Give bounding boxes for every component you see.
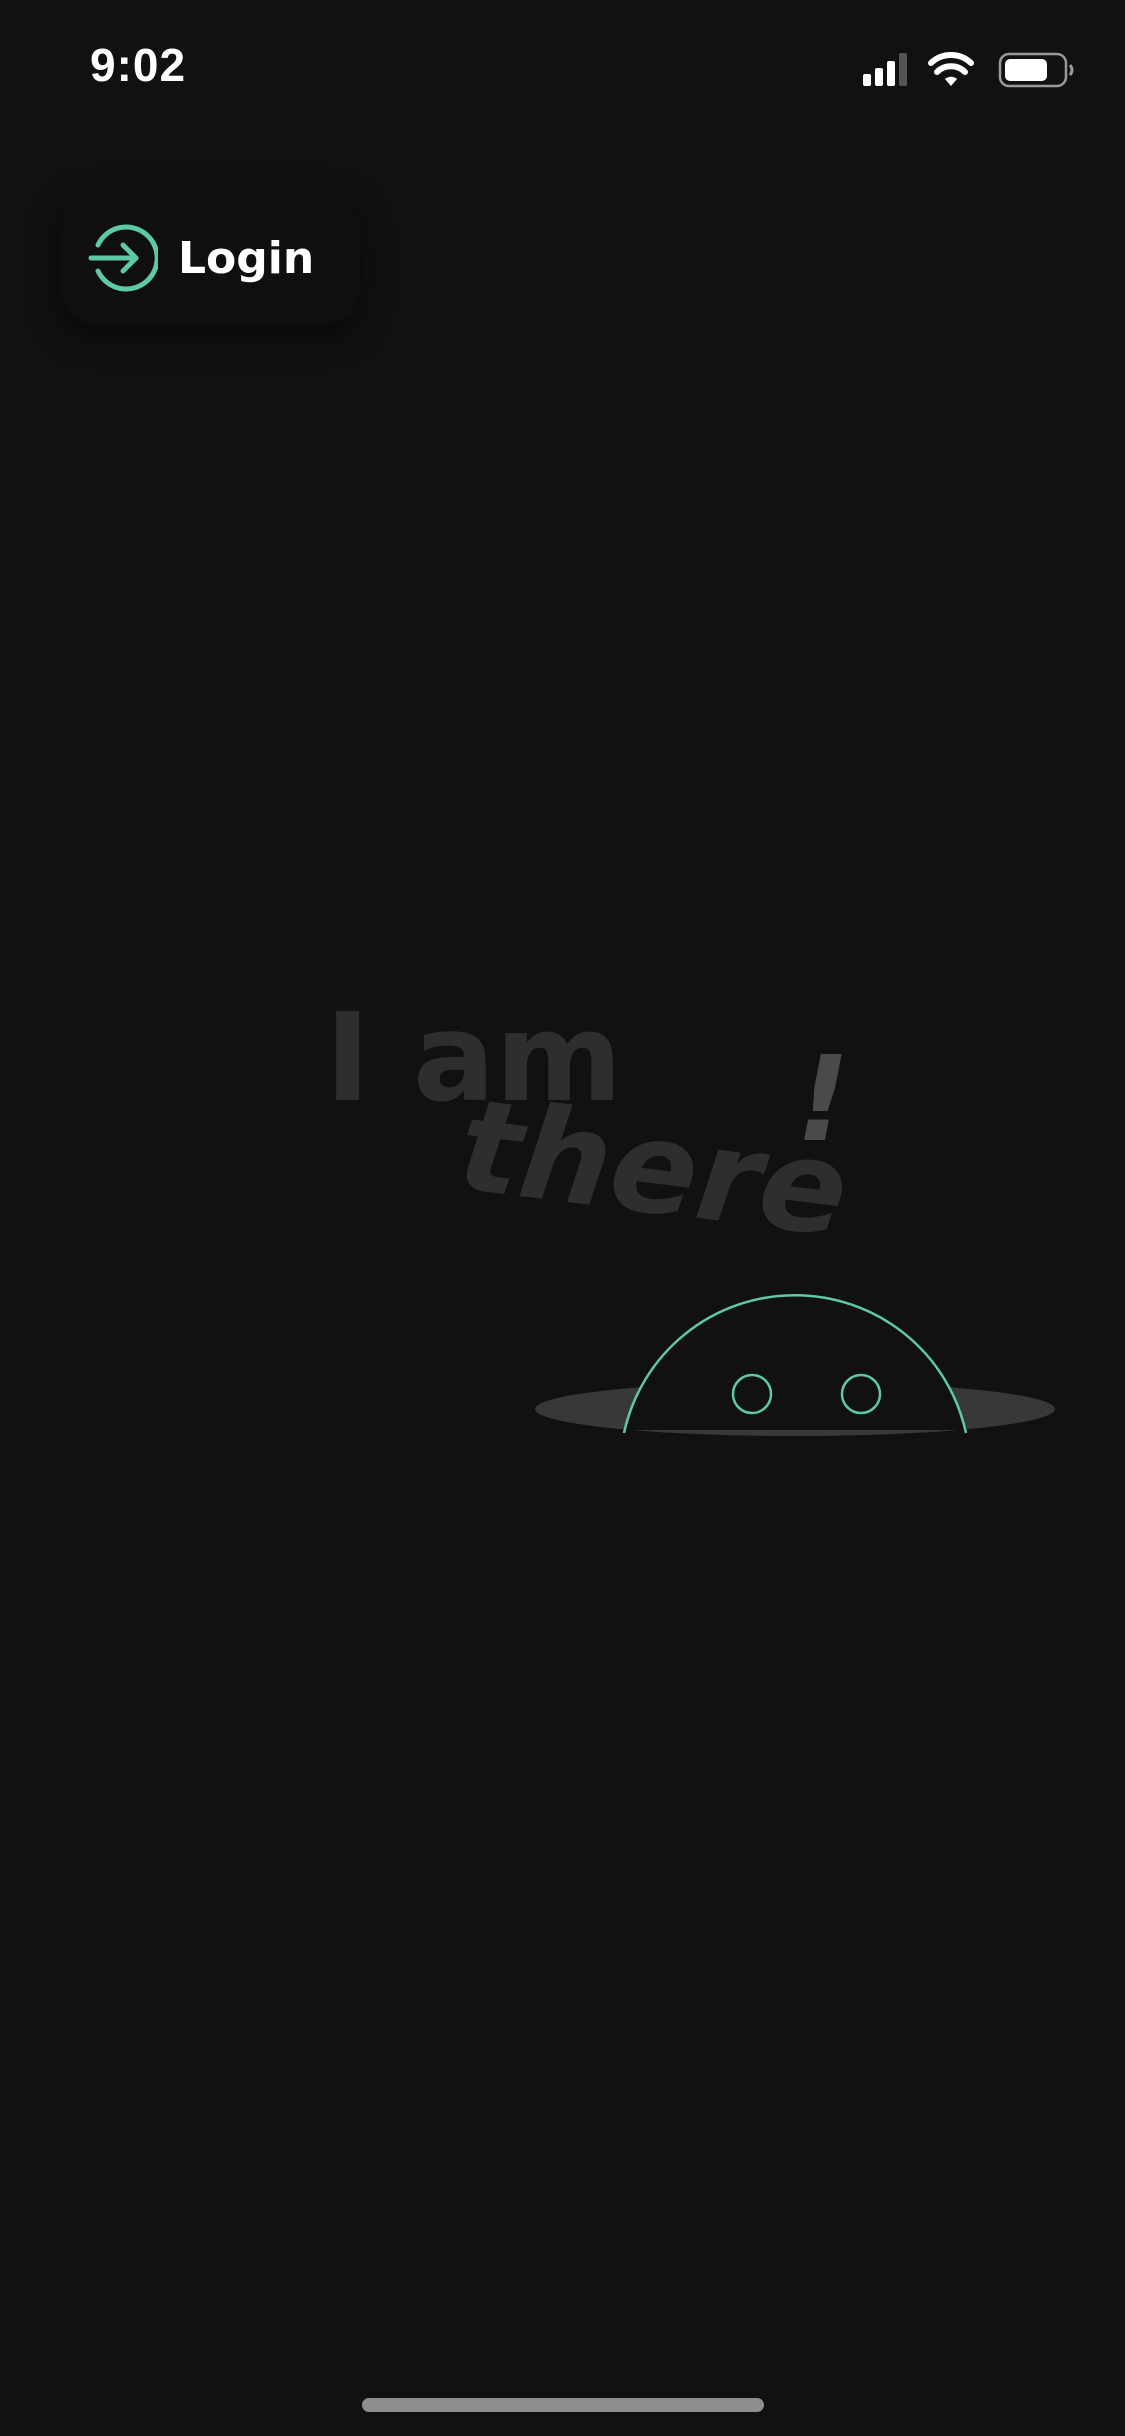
creature-outline (622, 1293, 968, 1434)
creature-eye-left (731, 1373, 773, 1415)
creature-eye-right (840, 1373, 882, 1415)
status-icons (863, 52, 1074, 88)
home-indicator[interactable] (362, 2398, 764, 2412)
creature-body (624, 1293, 966, 1430)
headline-there: there (451, 1071, 855, 1266)
login-label: Login (178, 232, 315, 284)
login-arrow-icon (88, 224, 158, 292)
status-time: 9:02 (90, 39, 187, 91)
battery-icon (998, 52, 1074, 88)
status-bar: 9:02 (0, 0, 1125, 140)
cellular-signal-icon (863, 53, 907, 86)
peeking-creature (535, 1293, 1055, 1436)
peek-illustration: I am there ! (325, 987, 1055, 1436)
headline-exclamation: ! (796, 1030, 850, 1168)
hole-shadow (535, 1382, 1055, 1436)
wifi-icon (928, 52, 974, 86)
login-button[interactable]: Login (60, 192, 360, 324)
headline-i-am: I am (325, 987, 622, 1129)
